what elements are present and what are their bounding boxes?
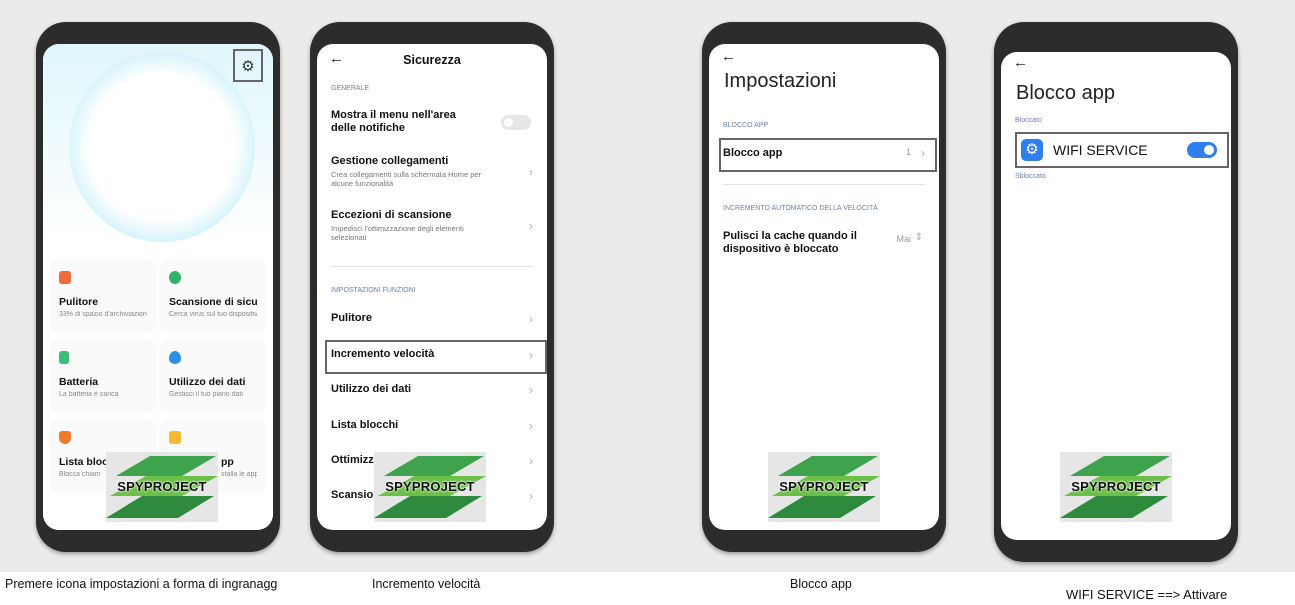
caption-step-1: Premere icona impostazioni a forma di in…: [5, 577, 278, 591]
page-title: Sicurezza: [403, 53, 461, 67]
chevron-right-icon: ›: [529, 489, 533, 503]
shield-icon: [59, 431, 71, 444]
watermark-text: SPYPROJECT: [117, 479, 207, 494]
row-shortcuts[interactable]: Gestione collegamenti Crea collegamenti …: [331, 155, 535, 188]
card-data-usage[interactable]: Utilizzo dei dati Gestisci il tuo piano …: [161, 341, 265, 411]
back-arrow-icon[interactable]: ←: [721, 48, 736, 65]
row-block-list[interactable]: Lista blocchi ›: [331, 419, 535, 433]
watermark-text: SPYPROJECT: [1071, 479, 1161, 494]
section-general: GENERALE: [331, 85, 370, 92]
row-wifi-service[interactable]: ⚙ WIFI SERVICE: [1017, 134, 1227, 166]
row-title: Lista blocchi: [331, 419, 399, 431]
caption-step-3: Blocco app: [790, 577, 852, 591]
card-title: Scansione di sicur...: [169, 296, 257, 308]
card-subtitle: Gestisci il tuo piano dati: [169, 391, 243, 398]
notification-menu-toggle[interactable]: [501, 115, 531, 130]
watermark-logo: SPYPROJECT: [768, 452, 880, 522]
caption-step-2: Incremento velocità: [372, 577, 481, 591]
chevron-right-icon: ›: [529, 383, 533, 397]
gear-app-icon: ⚙: [1021, 139, 1043, 161]
highlight-app-lock: [719, 138, 937, 172]
watermark-text: SPYPROJECT: [385, 479, 475, 494]
chevron-right-icon: ›: [529, 454, 533, 468]
row-data-usage[interactable]: Utilizzo dei dati ›: [331, 383, 535, 397]
caption-step-4: WIFI SERVICE ==> Attivare: [1066, 587, 1228, 602]
card-subtitle: La batteria è carica: [59, 391, 119, 398]
chevron-right-icon: ›: [529, 165, 533, 179]
row-subtitle: Impedisci l'ottimizzazione degli element…: [331, 224, 464, 242]
section-speed: INCREMENTO AUTOMATICO DELLA VELOCITÀ: [723, 205, 878, 212]
watermark-logo: SPYPROJECT: [106, 452, 218, 522]
divider: [723, 184, 925, 185]
card-security-scan[interactable]: Scansione di sicur... Cerca virus sul tu…: [161, 261, 265, 331]
wifi-service-toggle[interactable]: [1187, 142, 1217, 158]
trash-icon: [59, 271, 71, 284]
battery-icon: [59, 351, 69, 364]
highlight-speed-boost: [325, 340, 547, 374]
row-title: Utilizzo dei dati: [331, 383, 412, 395]
status-circle: [69, 52, 255, 242]
shield-check-icon: [169, 271, 181, 284]
row-cleaner[interactable]: Pulitore ›: [331, 312, 535, 326]
card-title: Pulitore: [59, 296, 99, 308]
back-arrow-icon[interactable]: ←: [1013, 54, 1028, 71]
page-title: Blocco app: [1016, 82, 1115, 104]
card-subtitle: Cerca virus sul tuo dispositivo: [169, 311, 257, 318]
header: ← Sicurezza: [317, 44, 547, 74]
card-subtitle: 33% di spazio d'archiviazione: [59, 311, 147, 318]
card-battery[interactable]: Batteria La batteria è carica: [51, 341, 155, 411]
watermark-text: SPYPROJECT: [779, 479, 869, 494]
page-title: Impostazioni: [724, 70, 837, 92]
row-subtitle: Crea collegamenti sulla schermata Home p…: [331, 170, 482, 188]
row-scan-exceptions[interactable]: Eccezioni di scansione Impedisci l'ottim…: [331, 209, 535, 242]
section-unlocked: Sbloccato: [1015, 173, 1046, 180]
row-clear-cache[interactable]: Pulisci la cache quando il dispositivo è…: [723, 230, 927, 256]
section-functions: IMPOSTAZIONI FUNZIONI: [331, 287, 416, 294]
chevron-right-icon: ›: [529, 419, 533, 433]
row-value: Mai: [896, 234, 911, 244]
row-title: Pulitore: [331, 312, 372, 324]
row-title: Eccezioni di scansione: [331, 209, 452, 221]
section-app-lock: BLOCCO APP: [723, 122, 769, 129]
box-icon: [169, 431, 181, 444]
card-cleaner[interactable]: Pulitore 33% di spazio d'archiviazione: [51, 261, 155, 331]
row-notification-menu[interactable]: Mostra il menu nell'area delle notifiche: [331, 109, 535, 135]
divider: [331, 266, 533, 267]
chevron-right-icon: ›: [529, 219, 533, 233]
app-name: WIFI SERVICE: [1053, 142, 1148, 158]
chevron-right-icon: ›: [529, 312, 533, 326]
watermark-logo: SPYPROJECT: [1060, 452, 1172, 522]
droplet-icon: [169, 351, 181, 364]
row-title: Gestione collegamenti: [331, 155, 449, 167]
settings-gear-icon[interactable]: ⚙: [233, 49, 263, 82]
watermark-logo: SPYPROJECT: [374, 452, 486, 522]
card-title: Batteria: [59, 376, 99, 388]
section-locked: Bloccato: [1015, 117, 1042, 124]
updown-icon: ⇕: [914, 232, 923, 243]
card-title: Utilizzo dei dati: [169, 376, 246, 388]
